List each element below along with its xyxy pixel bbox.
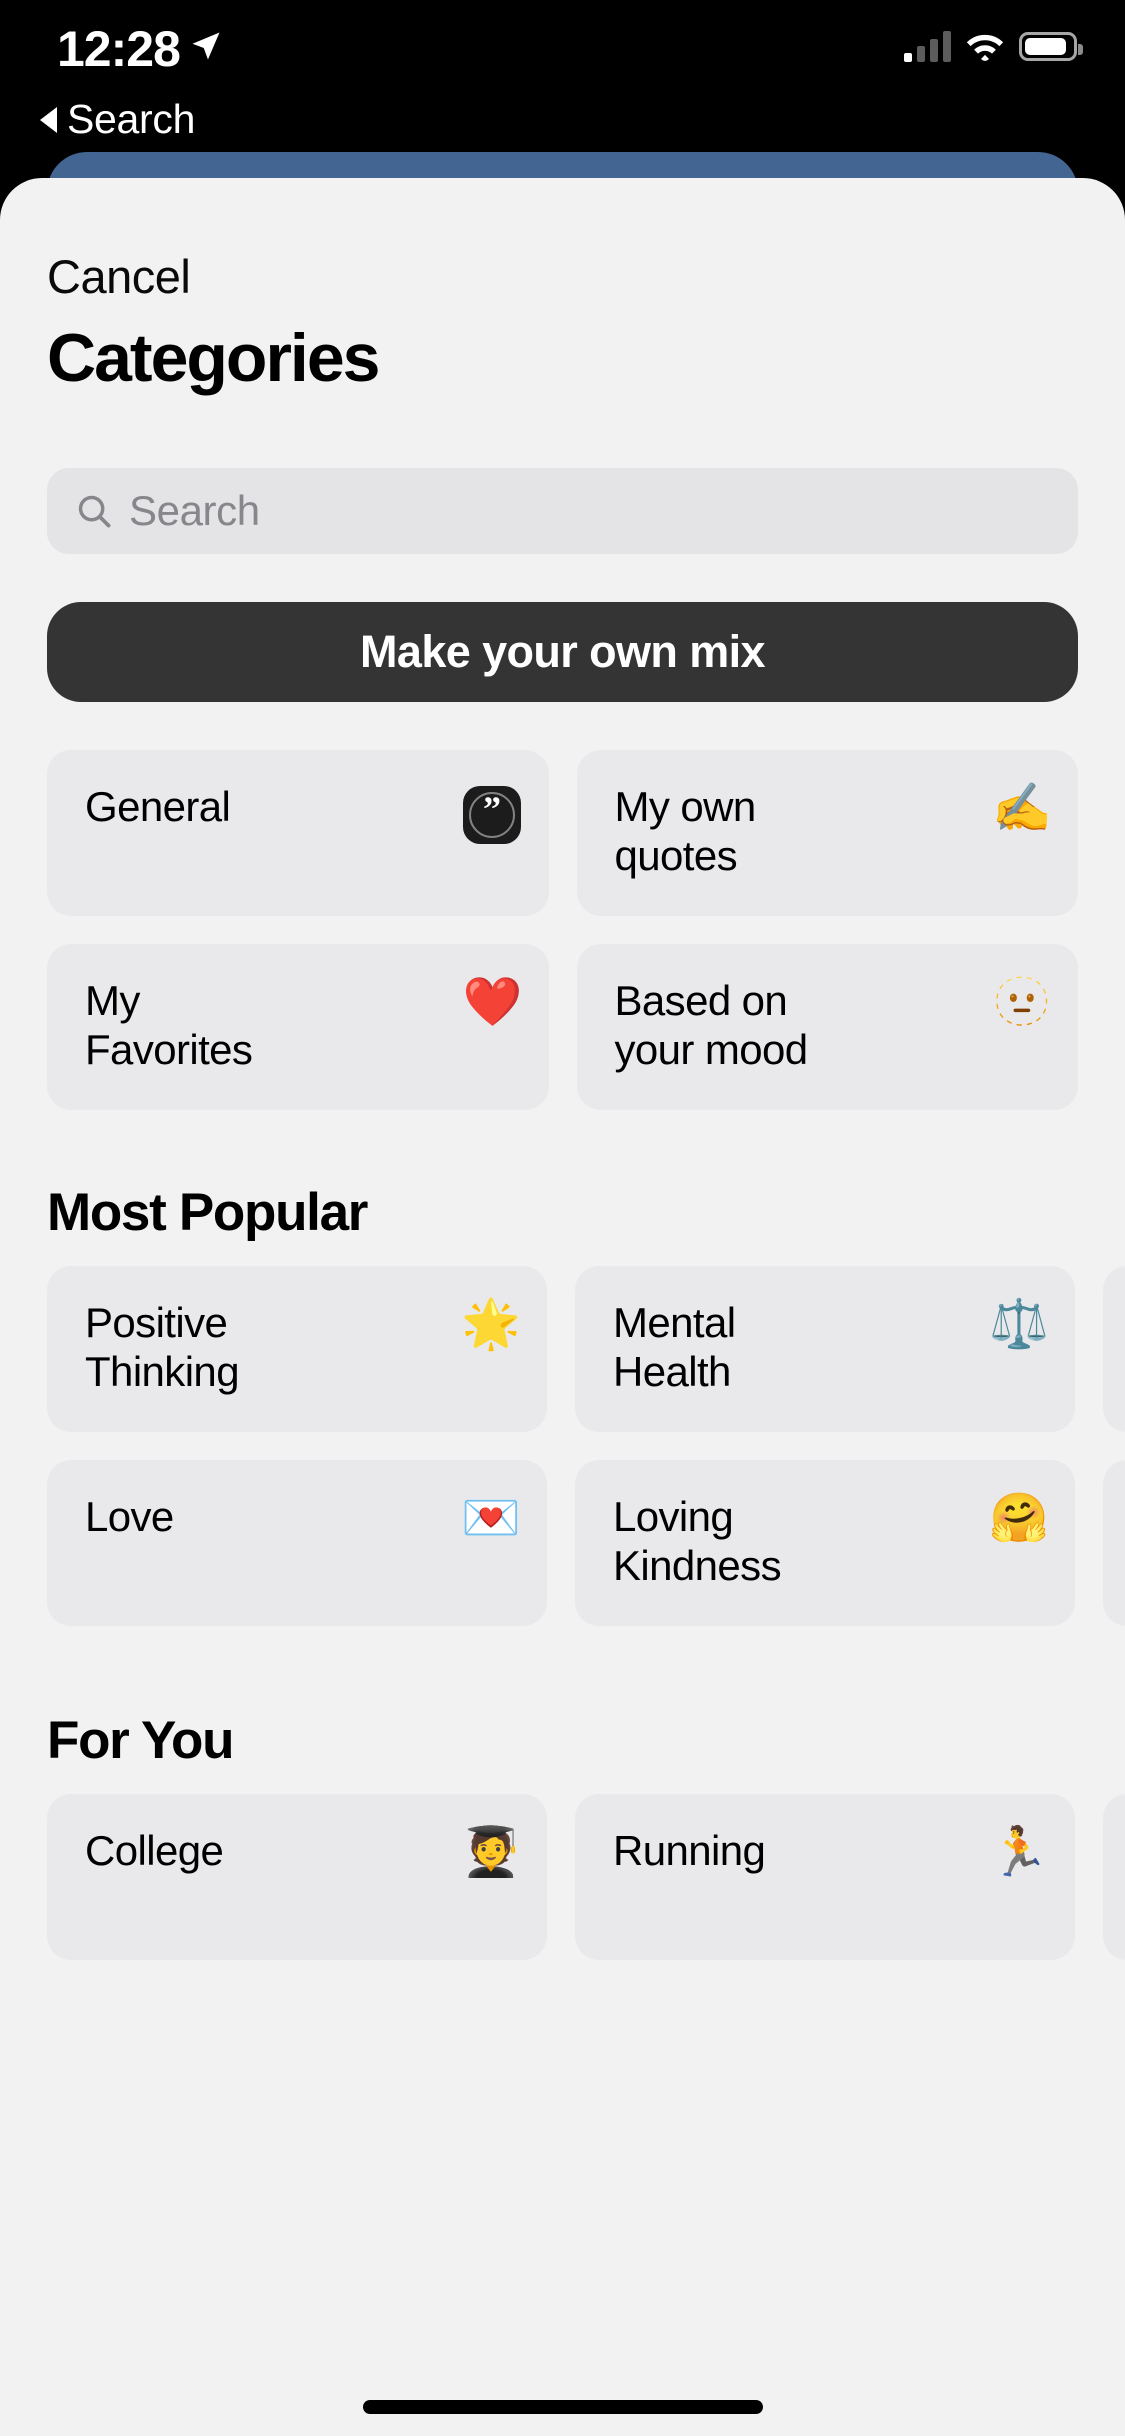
section-heading-most-popular: Most Popular — [47, 1183, 368, 1242]
card-label: Mental Health — [613, 1299, 736, 1396]
back-triangle-icon — [40, 106, 57, 133]
home-indicator — [362, 2400, 763, 2414]
category-card-mental-health[interactable]: Mental Health ⚖️ — [575, 1266, 1075, 1432]
cellular-bars-icon — [904, 30, 951, 62]
card-label: My own quotes — [614, 783, 757, 880]
category-card-my-own-quotes[interactable]: My own quotes ✍️ — [576, 750, 1078, 916]
category-card-partial[interactable] — [1103, 1460, 1125, 1626]
category-card-positive-thinking[interactable]: Positive Thinking 🌟 — [47, 1266, 547, 1432]
search-input[interactable]: Search — [47, 468, 1078, 554]
card-label: Love — [85, 1493, 174, 1540]
status-bar: 12:28 — [0, 0, 1125, 100]
category-row[interactable]: College 🧑‍🎓 Running 🏃 — [47, 1794, 1125, 1960]
status-bar-time: 12:28 — [57, 21, 181, 77]
balance-scale-emoji: ⚖️ — [989, 1296, 1049, 1352]
back-to-search-label: Search — [67, 96, 196, 142]
make-your-own-mix-button[interactable]: Make your own mix — [47, 602, 1078, 702]
glowing-star-emoji: 🌟 — [461, 1296, 521, 1352]
card-label: General — [85, 783, 231, 830]
card-label: Positive Thinking — [85, 1299, 240, 1396]
status-bar-indicators — [904, 30, 1083, 62]
dotted-line-face-emoji: 🫥 — [992, 974, 1052, 1030]
card-label: My Favorites — [85, 977, 253, 1074]
card-label: College — [85, 1827, 224, 1874]
category-card-general[interactable]: General ” — [47, 750, 549, 916]
graduate-emoji: 🧑‍🎓 — [461, 1824, 521, 1880]
section-heading-for-you: For You — [47, 1711, 235, 1770]
category-card-partial[interactable] — [1103, 1794, 1125, 1960]
category-card-love[interactable]: Love 💌 — [47, 1460, 547, 1626]
category-card-loving-kindness[interactable]: Loving Kindness 🤗 — [575, 1460, 1075, 1626]
categories-sheet: Cancel Categories Search Make your own m… — [0, 178, 1125, 2436]
category-card-my-favorites[interactable]: My Favorites ❤️ — [47, 944, 549, 1110]
hugging-face-emoji: 🤗 — [989, 1490, 1049, 1546]
category-card-based-on-your-mood[interactable]: Based on your mood 🫥 — [576, 944, 1078, 1110]
wifi-icon — [966, 34, 1004, 61]
category-row[interactable]: Positive Thinking 🌟 Mental Health ⚖️ — [47, 1266, 1125, 1432]
running-person-emoji: 🏃 — [989, 1824, 1049, 1880]
quote-badge-icon: ” — [462, 786, 521, 844]
back-to-search-button[interactable]: Search — [40, 96, 195, 143]
card-label: Based on your mood — [614, 977, 809, 1074]
category-row[interactable]: Love 💌 Loving Kindness 🤗 — [47, 1460, 1125, 1626]
search-placeholder: Search — [129, 487, 260, 534]
card-label: Loving Kindness — [613, 1493, 782, 1590]
writing-hand-emoji: ✍️ — [992, 780, 1052, 836]
red-heart-emoji: ❤️ — [462, 974, 523, 1030]
search-icon — [78, 495, 111, 528]
card-label: Running — [613, 1827, 766, 1874]
location-arrow-icon — [192, 32, 220, 60]
category-card-partial[interactable] — [1103, 1266, 1125, 1432]
category-card-college[interactable]: College 🧑‍🎓 — [47, 1794, 547, 1960]
battery-icon — [1019, 31, 1083, 61]
cancel-button[interactable]: Cancel — [47, 249, 191, 304]
category-card-running[interactable]: Running 🏃 — [575, 1794, 1075, 1960]
love-letter-emoji: 💌 — [461, 1490, 521, 1546]
page-title: Categories — [47, 320, 380, 396]
quick-categories-grid: General ” My own quotes ✍️ My Favorites ❤️ Based… — [47, 750, 1078, 1110]
